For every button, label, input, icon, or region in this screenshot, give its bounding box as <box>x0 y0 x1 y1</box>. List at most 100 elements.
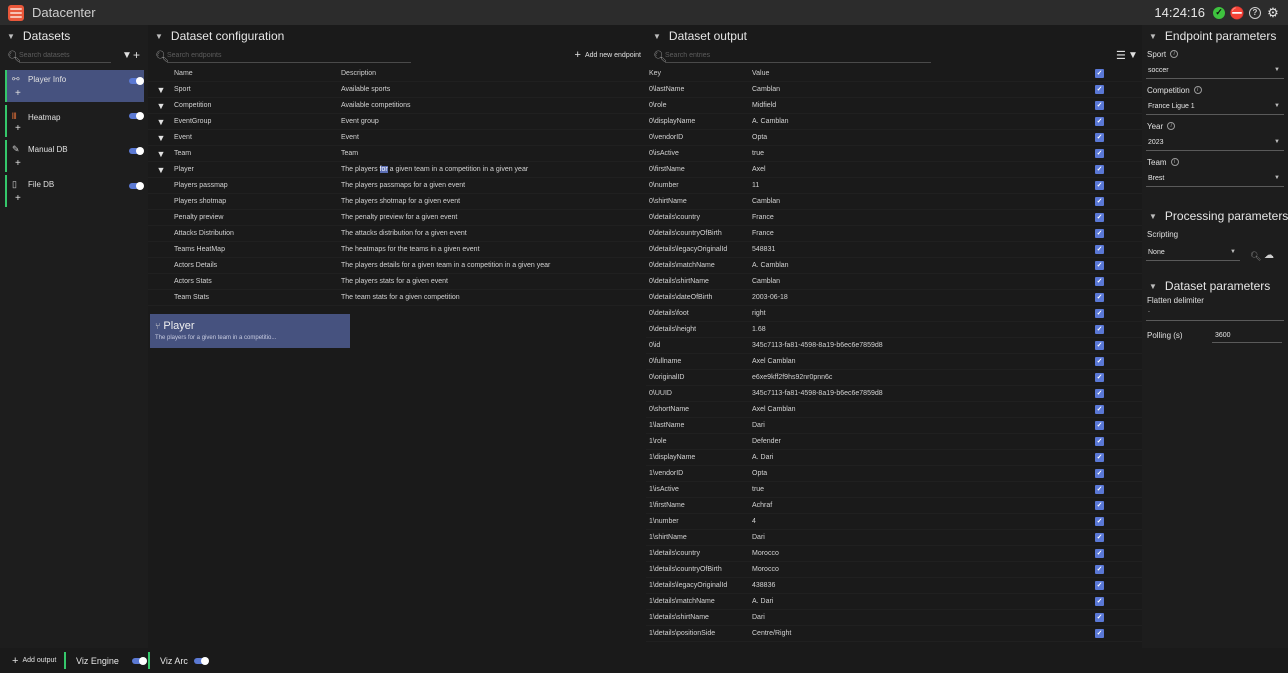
table-row[interactable]: 0\isActive true ✓ <box>646 146 1142 162</box>
competition-select[interactable]: France Ligue 1 ▼ <box>1146 99 1284 115</box>
table-row[interactable]: 0\lastName Camblan ✓ <box>646 82 1142 98</box>
add-icon[interactable]: + <box>15 193 21 204</box>
flatten-delimiter-input[interactable]: . <box>1146 307 1284 321</box>
status-ok-icon[interactable]: ✓ <box>1213 6 1225 19</box>
table-row[interactable]: 0\fullname Axel Camblan ✓ <box>646 354 1142 370</box>
datasets-search-input[interactable] <box>19 49 111 63</box>
table-row[interactable]: Actors Details The players details for a … <box>148 258 646 274</box>
year-select[interactable]: 2023 ▼ <box>1146 135 1284 151</box>
info-icon[interactable]: i <box>1170 158 1179 166</box>
entry-checkbox[interactable]: ✓ <box>1095 149 1104 158</box>
filter-icon[interactable]: ▼ <box>148 149 174 159</box>
configuration-header[interactable]: ▼ Dataset configuration <box>148 25 646 47</box>
entry-checkbox[interactable]: ✓ <box>1095 453 1104 462</box>
entry-checkbox[interactable]: ✓ <box>1095 133 1104 142</box>
dataset-toggle[interactable] <box>129 77 144 85</box>
entry-checkbox[interactable]: ✓ <box>1095 213 1104 222</box>
dataset-item-file-db[interactable]: ▯ File DB + <box>5 175 144 207</box>
table-row[interactable]: 0\role Midfield ✓ <box>646 98 1142 114</box>
entry-checkbox[interactable]: ✓ <box>1095 501 1104 510</box>
table-row[interactable]: 0\originalID e6xe9kff2f9hs92nr0pnn6c ✓ <box>646 370 1142 386</box>
add-icon[interactable]: + <box>15 88 21 99</box>
entry-checkbox[interactable]: ✓ <box>1095 373 1104 382</box>
entry-checkbox[interactable]: ✓ <box>1095 549 1104 558</box>
table-row[interactable]: 1\details\shirtName Dari ✓ <box>646 610 1142 626</box>
table-row[interactable]: 0\details\matchName A. Camblan ✓ <box>646 258 1142 274</box>
entry-checkbox[interactable]: ✓ <box>1095 181 1104 190</box>
entry-checkbox[interactable]: ✓ <box>1095 117 1104 126</box>
entry-checkbox[interactable]: ✓ <box>1095 245 1104 254</box>
table-row[interactable]: Players passmap The players passmaps for … <box>148 178 646 194</box>
table-row[interactable]: 0\details\shirtName Camblan ✓ <box>646 274 1142 290</box>
filter-icon[interactable]: ▼ <box>1128 50 1138 61</box>
gear-icon[interactable]: ⚙ <box>1266 6 1280 19</box>
selected-endpoint-card[interactable]: ⑂ Player The players for a given team in … <box>150 314 350 348</box>
entry-checkbox[interactable]: ✓ <box>1095 613 1104 622</box>
filter-icon[interactable]: ▼ <box>148 165 174 175</box>
output-toggle[interactable] <box>194 657 209 665</box>
add-icon[interactable]: + <box>15 123 21 134</box>
table-row[interactable]: 1\isActive true ✓ <box>646 482 1142 498</box>
table-row[interactable]: 1\lastName Dari ✓ <box>646 418 1142 434</box>
entry-checkbox[interactable]: ✓ <box>1095 357 1104 366</box>
entries-search-input[interactable] <box>665 49 931 63</box>
table-row[interactable]: 1\details\matchName A. Dari ✓ <box>646 594 1142 610</box>
entry-checkbox[interactable]: ✓ <box>1095 85 1104 94</box>
polling-input[interactable]: 3600 <box>1212 329 1282 343</box>
table-row[interactable]: ▼ Team Team <box>148 146 646 162</box>
filter-icon[interactable]: ▼ <box>148 101 174 111</box>
table-row[interactable]: 0\id 345c7113-fa81-4598-8a19-b6ec6e7859d8… <box>646 338 1142 354</box>
table-row[interactable]: Team Stats The team stats for a given com… <box>148 290 646 306</box>
table-row[interactable]: 0\number 11 ✓ <box>646 178 1142 194</box>
output-viz-engine[interactable]: Viz Engine <box>64 652 147 669</box>
info-icon[interactable]: i <box>1170 50 1179 58</box>
table-row[interactable]: 0\displayName A. Camblan ✓ <box>646 114 1142 130</box>
filter-icon[interactable]: ▼ <box>148 117 174 127</box>
entry-checkbox[interactable]: ✓ <box>1095 597 1104 606</box>
table-row[interactable]: Players shotmap The players shotmap for a… <box>148 194 646 210</box>
table-row[interactable]: 1\vendorID Opta ✓ <box>646 466 1142 482</box>
entry-checkbox[interactable]: ✓ <box>1095 197 1104 206</box>
alert-icon[interactable]: ⛔ <box>1230 7 1245 19</box>
info-icon[interactable]: i <box>1167 122 1176 130</box>
table-row[interactable]: 0\vendorID Opta ✓ <box>646 130 1142 146</box>
table-row[interactable]: Teams HeatMap The heatmaps for the teams … <box>148 242 646 258</box>
endpoints-search-input[interactable] <box>167 49 411 63</box>
dataset-item-heatmap[interactable]: 𝍫 Heatmap + <box>5 105 144 137</box>
entry-checkbox[interactable]: ✓ <box>1095 261 1104 270</box>
table-row[interactable]: 1\displayName A. Dari ✓ <box>646 450 1142 466</box>
table-row[interactable]: 0\details\foot right ✓ <box>646 306 1142 322</box>
table-row[interactable]: 0\UUID 345c7113-fa81-4598-8a19-b6ec6e7859… <box>646 386 1142 402</box>
table-row[interactable]: 0\shortName Axel Camblan ✓ <box>646 402 1142 418</box>
output-viz-arc[interactable]: Viz Arc <box>148 652 218 669</box>
dataset-toggle[interactable] <box>129 147 144 155</box>
table-row[interactable]: 0\firstName Axel ✓ <box>646 162 1142 178</box>
table-row[interactable]: 0\shirtName Camblan ✓ <box>646 194 1142 210</box>
table-row[interactable]: 1\firstName Achraf ✓ <box>646 498 1142 514</box>
entry-checkbox[interactable]: ✓ <box>1095 341 1104 350</box>
table-row[interactable]: 1\number 4 ✓ <box>646 514 1142 530</box>
entry-checkbox[interactable]: ✓ <box>1095 405 1104 414</box>
table-row[interactable]: ▼ Event Event <box>148 130 646 146</box>
entry-checkbox[interactable]: ✓ <box>1095 485 1104 494</box>
filter-icon[interactable]: ▼ <box>148 133 174 143</box>
table-row[interactable]: 1\details\legacyOriginalId 438836 ✓ <box>646 578 1142 594</box>
entry-checkbox[interactable]: ✓ <box>1095 309 1104 318</box>
table-row[interactable]: ▼ Competition Available competitions <box>148 98 646 114</box>
table-row[interactable]: Penalty preview The penalty preview for a… <box>148 210 646 226</box>
scripting-select[interactable]: None ▼ <box>1146 245 1240 261</box>
table-row[interactable]: 1\shirtName Dari ✓ <box>646 530 1142 546</box>
entry-checkbox[interactable]: ✓ <box>1095 629 1104 638</box>
table-row[interactable]: ▼ Player The players for a given team in a… <box>148 162 646 178</box>
table-row[interactable]: 0\details\countryOfBirth France ✓ <box>646 226 1142 242</box>
entry-checkbox[interactable]: ✓ <box>1095 389 1104 398</box>
entry-checkbox[interactable]: ✓ <box>1095 165 1104 174</box>
dataset-item-player-info[interactable]: ⚯ Player Info + <box>5 70 144 102</box>
search-icon[interactable]: 🔍︎ <box>1250 251 1261 262</box>
table-row[interactable]: 0\details\legacyOriginalId 548831 ✓ <box>646 242 1142 258</box>
table-row[interactable]: Attacks Distribution The attacks distribu… <box>148 226 646 242</box>
add-icon[interactable]: + <box>15 158 21 169</box>
entry-checkbox[interactable]: ✓ <box>1095 437 1104 446</box>
help-icon[interactable]: ? <box>1249 6 1261 19</box>
entry-checkbox[interactable]: ✓ <box>1095 277 1104 286</box>
